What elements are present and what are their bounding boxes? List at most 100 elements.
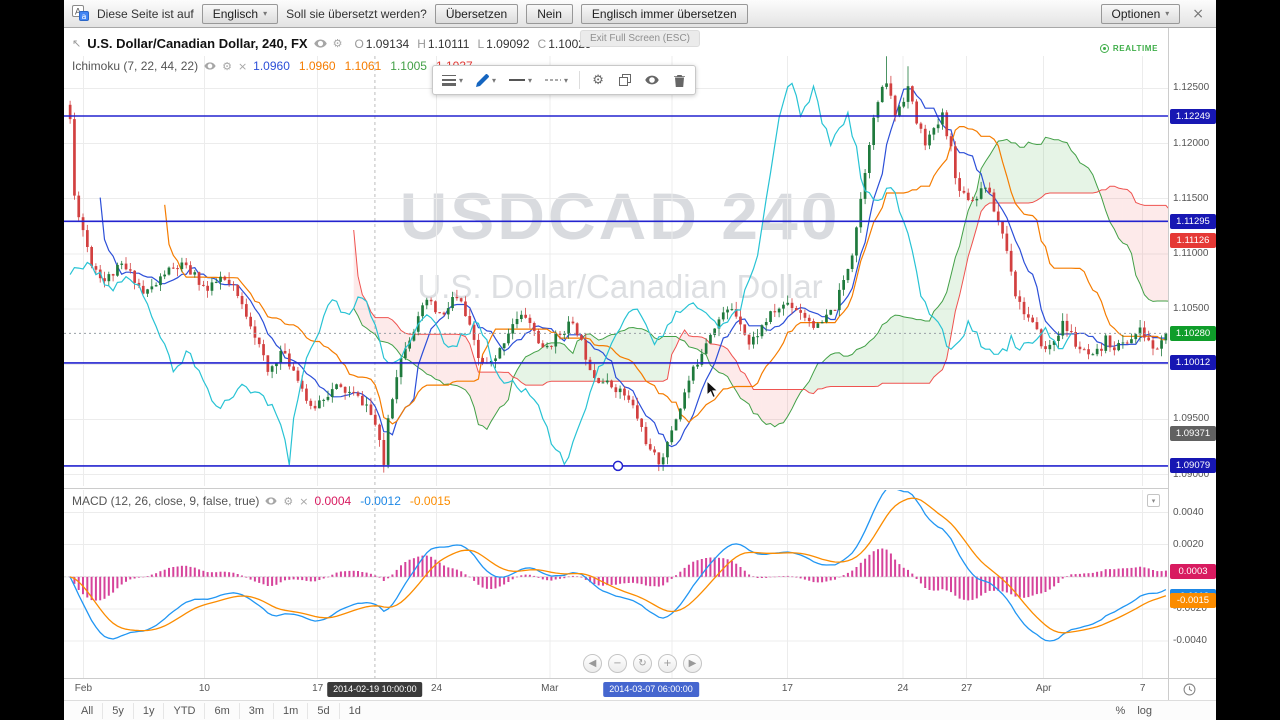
gear-icon: ⚙: [592, 73, 604, 88]
settings-button[interactable]: ⚙: [586, 68, 610, 92]
line-extend-button[interactable]: ▾: [540, 68, 573, 92]
scale-button-log[interactable]: log: [1137, 705, 1152, 717]
always-translate-button[interactable]: Englisch immer übersetzen: [581, 4, 748, 24]
chevron-down-icon: ▾: [528, 76, 532, 85]
screen: A a Diese Seite ist auf Englisch ▾ Soll …: [64, 0, 1216, 720]
translate-bar: A a Diese Seite ist auf Englisch ▾ Soll …: [64, 0, 1216, 28]
chevron-down-icon: ▾: [1152, 497, 1156, 505]
line-style-button[interactable]: ▾: [504, 68, 537, 92]
reset-chart-button[interactable]: ↻: [633, 654, 652, 673]
range-button-6m[interactable]: 6m: [205, 703, 239, 719]
macd-axis-label: 0.0020: [1173, 539, 1204, 550]
visibility-button[interactable]: [640, 68, 664, 92]
open-label: O: [354, 37, 363, 51]
time-axis[interactable]: Feb101724Mar10172427Apr72014-02-19 10:00…: [64, 678, 1216, 700]
range-button-1d[interactable]: 1d: [340, 703, 370, 719]
scroll-right-button[interactable]: ▶: [683, 654, 702, 673]
price-badge: 1.10012: [1170, 355, 1216, 370]
axis-corner: [1168, 679, 1169, 701]
scale-button-%[interactable]: %: [1116, 705, 1126, 717]
open-value: 1.09134: [366, 37, 409, 51]
realtime-label: REALTIME: [1113, 44, 1158, 53]
macd-axis-label: -0.0040: [1173, 635, 1207, 646]
time-axis-label: 17: [312, 683, 323, 694]
study-value: -0.0015: [410, 494, 451, 508]
pane-separator[interactable]: [64, 488, 1216, 489]
price-axis-label: 1.11500: [1173, 193, 1208, 204]
price-axis-label: 1.12000: [1173, 138, 1209, 149]
price-badge: 1.09371: [1170, 426, 1216, 441]
clone-button[interactable]: [613, 68, 637, 92]
range-button-1m[interactable]: 1m: [274, 703, 308, 719]
line-handle[interactable]: [614, 461, 623, 470]
toolbar-separator: [579, 71, 580, 89]
language-dropdown-label: Englisch: [213, 7, 258, 21]
price-axis-label: 1.11000: [1173, 248, 1208, 259]
exit-fullscreen-icon[interactable]: ↖: [72, 37, 81, 50]
zoom-out-button[interactable]: −: [608, 654, 627, 673]
eye-icon[interactable]: [204, 62, 216, 70]
low-value: 1.09092: [486, 37, 529, 51]
range-button-1y[interactable]: 1y: [134, 703, 165, 719]
range-button-All[interactable]: All: [72, 703, 103, 719]
ichimoku-cloud: [354, 137, 1168, 429]
macd-study-row: MACD (12, 26, close, 9, false, true) ⚙ ×…: [72, 494, 451, 508]
macd-pane[interactable]: [64, 490, 1168, 678]
chevron-down-icon: ▾: [1165, 9, 1169, 18]
study-value: 1.0960: [253, 59, 290, 73]
gear-icon[interactable]: ⚙: [333, 37, 343, 50]
chart-area: USDCAD 240 U.S. Dollar/Canadian Dollar 1…: [64, 28, 1216, 720]
main-chart[interactable]: [64, 56, 1168, 488]
translate-question: Soll sie übersetzt werden?: [286, 7, 427, 21]
gear-icon[interactable]: ⚙: [283, 495, 293, 508]
macd-values: 0.0004 -0.0012 -0.0015: [315, 494, 451, 508]
time-badge: 2014-02-19 10:00:00: [327, 682, 423, 697]
main-grid: [64, 56, 1168, 486]
chevron-down-icon: ▾: [492, 76, 496, 85]
line-color-button[interactable]: ▾: [471, 68, 501, 92]
remove-study-icon[interactable]: ×: [299, 495, 308, 508]
remove-study-icon[interactable]: ×: [238, 60, 247, 73]
macd-axis-label: 0.0040: [1173, 507, 1204, 518]
close-label: C: [538, 37, 547, 51]
gear-icon[interactable]: ⚙: [222, 60, 232, 73]
range-button-5d[interactable]: 5d: [308, 703, 339, 719]
scroll-left-button[interactable]: ◀: [583, 654, 602, 673]
price-axis-label: 1.09500: [1173, 413, 1209, 424]
range-button-5y[interactable]: 5y: [103, 703, 134, 719]
time-axis-label: Apr: [1036, 683, 1052, 694]
translate-button[interactable]: Übersetzen: [435, 4, 518, 24]
drawing-object-toolbar: ▾ ▾ ▾ ▾ ⚙: [432, 65, 696, 95]
line-width-button[interactable]: ▾: [437, 68, 468, 92]
ohlc-values: O1.09134 H1.10111 L1.09092 C1.10029: [354, 37, 591, 51]
time-badge: 2014-03-07 06:00:00: [603, 682, 699, 697]
price-axis[interactable]: 1.125001.120001.115001.110001.105001.100…: [1168, 28, 1216, 678]
study-value: 1.0960: [299, 59, 336, 73]
copy-icon: [619, 74, 631, 86]
ichimoku-label: Ichimoku (7, 22, 44, 22): [72, 59, 198, 73]
collapse-pane-icon[interactable]: ▾: [1147, 494, 1160, 507]
macd-badge: 0.0003: [1170, 564, 1216, 579]
no-button[interactable]: Nein: [526, 4, 573, 24]
line-width-icon: [442, 74, 456, 86]
range-button-3m[interactable]: 3m: [240, 703, 274, 719]
close-icon[interactable]: ×: [1188, 6, 1208, 22]
high-value: 1.10111: [428, 37, 470, 51]
clock-icon[interactable]: [1183, 683, 1196, 696]
bottom-toolbar: All5y1yYTD6m3m1m5d1d % log: [64, 700, 1216, 720]
eye-icon[interactable]: [314, 39, 327, 48]
language-dropdown[interactable]: Englisch ▾: [202, 4, 278, 24]
dashed-line-icon: [545, 76, 561, 84]
delete-button[interactable]: [667, 68, 691, 92]
range-button-YTD[interactable]: YTD: [164, 703, 205, 719]
zoom-in-button[interactable]: +: [658, 654, 677, 673]
study-value: 0.0004: [315, 494, 352, 508]
study-value: 1.1005: [390, 59, 427, 73]
price-badge: 1.11126: [1170, 233, 1216, 248]
eye-icon[interactable]: [265, 497, 277, 505]
time-axis-label: 10: [199, 683, 210, 694]
time-axis-label: Feb: [75, 683, 92, 694]
chevron-down-icon: ▾: [263, 9, 267, 18]
options-dropdown[interactable]: Optionen ▾: [1101, 4, 1181, 24]
macd-signal-line: [70, 498, 1166, 633]
